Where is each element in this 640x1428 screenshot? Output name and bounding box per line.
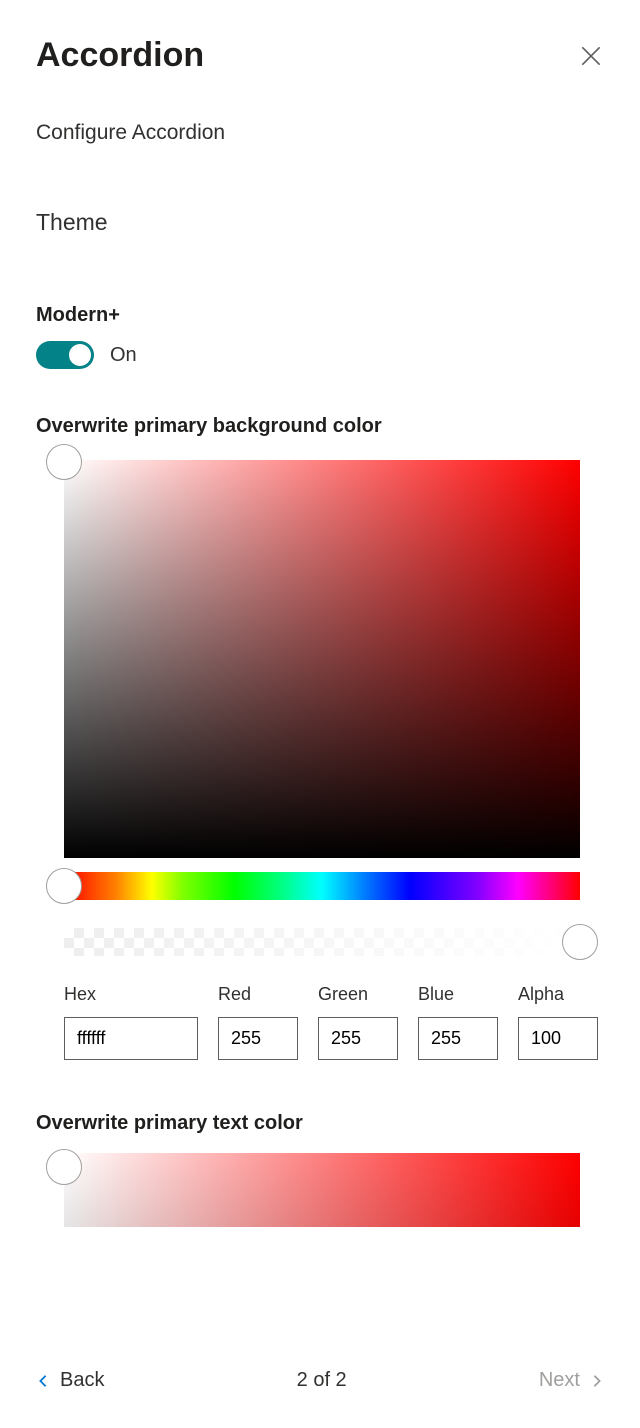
bg-color-label: Overwrite primary background color xyxy=(36,415,604,438)
next-button-label: Next xyxy=(539,1369,580,1392)
config-panel: Accordion Configure Accordion Theme Mode… xyxy=(0,0,640,1227)
red-input[interactable] xyxy=(218,1017,298,1060)
text-satval-thumb[interactable] xyxy=(46,1149,82,1185)
toggle-state-label: On xyxy=(110,344,137,367)
bg-hue-thumb[interactable] xyxy=(46,868,82,904)
green-input[interactable] xyxy=(318,1017,398,1060)
back-button[interactable]: Back xyxy=(36,1369,104,1392)
chevron-left-icon xyxy=(36,1374,50,1388)
hex-input[interactable] xyxy=(64,1017,198,1060)
text-color-label: Overwrite primary text color xyxy=(36,1112,604,1135)
text-saturation-value-area[interactable] xyxy=(64,1153,580,1227)
bg-saturation-value-area[interactable] xyxy=(64,460,580,858)
green-label: Green xyxy=(318,984,398,1005)
wizard-footer: Back 2 of 2 Next xyxy=(36,1369,604,1392)
bg-alpha-overlay xyxy=(64,928,580,956)
bg-hue-slider[interactable] xyxy=(64,872,580,900)
bg-alpha-thumb[interactable] xyxy=(562,924,598,960)
panel-title: Accordion xyxy=(36,36,204,75)
hex-label: Hex xyxy=(64,984,198,1005)
next-button: Next xyxy=(539,1369,604,1392)
back-button-label: Back xyxy=(60,1369,104,1392)
page-indicator: 2 of 2 xyxy=(297,1369,347,1392)
blue-input[interactable] xyxy=(418,1017,498,1060)
blue-label: Blue xyxy=(418,984,498,1005)
red-label: Red xyxy=(218,984,298,1005)
bg-satval-thumb[interactable] xyxy=(46,444,82,480)
alpha-input[interactable] xyxy=(518,1017,598,1060)
modern-plus-toggle[interactable] xyxy=(36,341,94,369)
modern-plus-label: Modern+ xyxy=(36,304,604,327)
chevron-right-icon xyxy=(590,1374,604,1388)
panel-subtitle: Configure Accordion xyxy=(36,121,604,145)
alpha-label: Alpha xyxy=(518,984,598,1005)
close-icon[interactable] xyxy=(578,43,604,69)
theme-section-label: Theme xyxy=(36,209,604,236)
toggle-knob xyxy=(69,344,91,366)
bg-alpha-slider[interactable] xyxy=(64,928,580,956)
